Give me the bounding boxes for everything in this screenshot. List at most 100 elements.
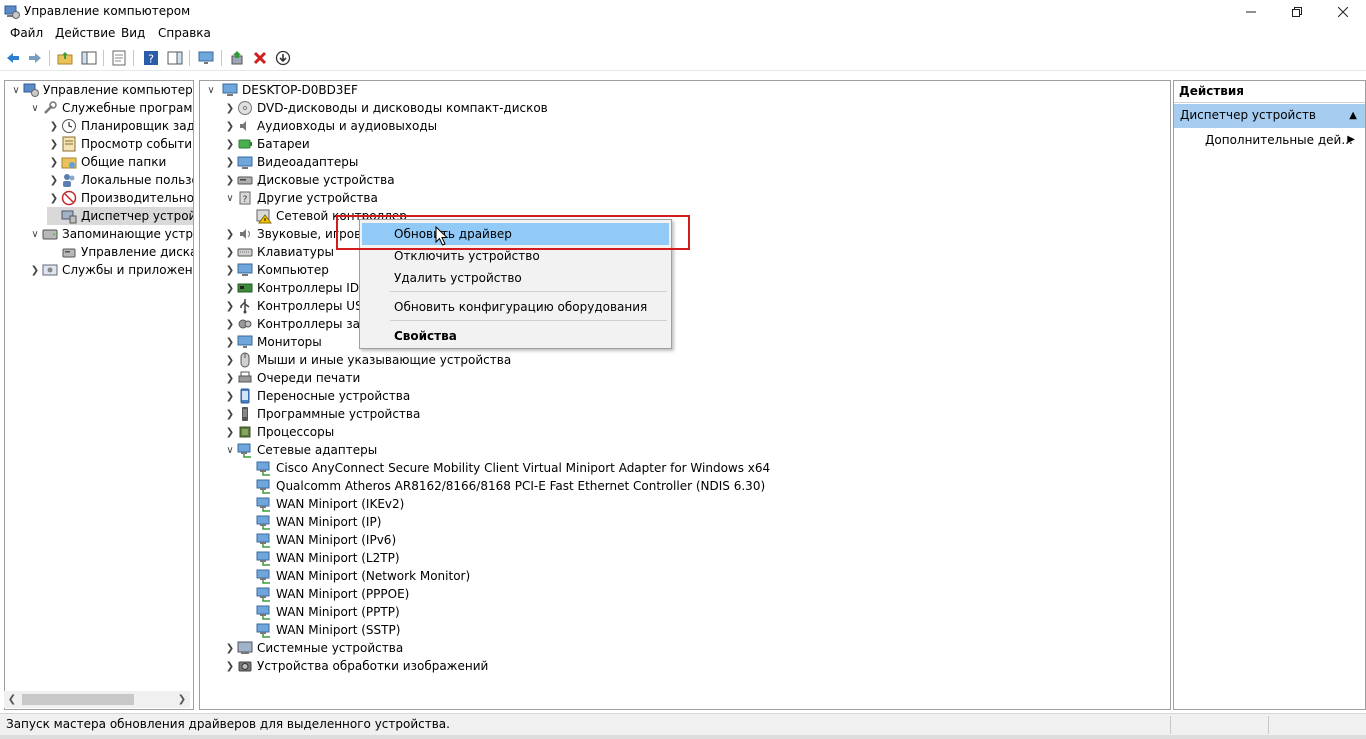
chevron-right-icon[interactable]: ❯ xyxy=(223,297,237,315)
more-actions-link[interactable]: Дополнительные дей... xyxy=(1205,133,1353,147)
back-button[interactable] xyxy=(4,49,22,67)
chevron-down-icon[interactable]: ∨ xyxy=(9,81,23,99)
chevron-down-icon[interactable]: ∨ xyxy=(28,225,42,243)
menu-action[interactable]: Действие xyxy=(53,26,117,40)
properties-menu-item[interactable]: Свойства xyxy=(362,325,669,347)
chevron-right-icon[interactable]: ❯ xyxy=(223,279,237,297)
chevron-right-icon[interactable]: ❯ xyxy=(223,99,237,117)
chevron-right-icon[interactable]: ❯ xyxy=(47,117,61,135)
actions-section-device-manager[interactable]: Диспетчер устройств ▲ xyxy=(1174,104,1365,128)
chevron-right-icon[interactable]: ❯ xyxy=(223,423,237,441)
chevron-right-icon[interactable]: ❯ xyxy=(47,189,61,207)
device-item[interactable]: WAN Miniport (IKEv2) xyxy=(242,495,404,513)
chevron-down-icon[interactable]: ∨ xyxy=(223,441,237,459)
device-category[interactable]: ❯ Мыши и иные указывающие устройства xyxy=(223,351,511,369)
chevron-right-icon[interactable]: ❯ xyxy=(223,117,237,135)
scrollbar-thumb[interactable] xyxy=(22,694,134,705)
device-item[interactable]: WAN Miniport (Network Monitor) xyxy=(242,567,470,585)
device-item[interactable]: WAN Miniport (IPv6) xyxy=(242,531,396,549)
monitor-button[interactable] xyxy=(197,49,215,67)
device-category[interactable]: ❯ Видеоадаптеры xyxy=(223,153,358,171)
device-category[interactable]: ❯ Очереди печати xyxy=(223,369,361,387)
chevron-right-icon[interactable]: ❯ xyxy=(47,171,61,189)
nav-tree-item[interactable]: ❯ Планировщик заданий xyxy=(47,117,193,135)
menu-file[interactable]: Файл xyxy=(8,26,45,40)
chevron-right-icon[interactable]: ❯ xyxy=(47,153,61,171)
nav-tree-item[interactable]: ∨ Служебные программы xyxy=(28,99,193,117)
scroll-right-icon[interactable]: ❯ xyxy=(174,691,190,708)
nav-tree-item[interactable]: ❯ Просмотр событий xyxy=(47,135,193,153)
properties-button[interactable] xyxy=(110,49,128,67)
device-category[interactable]: ❯ Процессоры xyxy=(223,423,334,441)
chevron-right-icon[interactable]: ❯ xyxy=(223,135,237,153)
nav-tree-item[interactable]: ❯ Общие папки xyxy=(47,153,166,171)
device-category[interactable]: ❯ Программные устройства xyxy=(223,405,420,423)
show-hide-tree-button[interactable] xyxy=(80,49,98,67)
device-category[interactable]: ❯ Устройства обработки изображений xyxy=(223,657,489,675)
chevron-right-icon[interactable]: ❯ xyxy=(223,351,237,369)
nav-tree-item[interactable]: Управление дисками xyxy=(47,243,193,261)
update-driver-button[interactable] xyxy=(228,49,246,67)
chevron-right-icon[interactable]: ❯ xyxy=(47,135,61,153)
chevron-right-icon[interactable]: ❯ xyxy=(223,405,237,423)
up-button[interactable] xyxy=(56,49,74,67)
chevron-right-icon[interactable]: ❯ xyxy=(223,315,237,333)
chevron-right-icon[interactable]: ❯ xyxy=(223,171,237,189)
download-button[interactable] xyxy=(274,49,292,67)
device-category[interactable]: ❯ Батареи xyxy=(223,135,310,153)
device-category[interactable]: ∨? Другие устройства xyxy=(223,189,378,207)
chevron-right-icon[interactable]: ❯ xyxy=(223,639,237,657)
nav-tree-item[interactable]: ❯ Службы и приложения xyxy=(28,261,193,279)
chevron-right-icon[interactable]: ❯ xyxy=(223,243,237,261)
nav-tree-item[interactable]: ❯ Производительность xyxy=(47,189,193,207)
device-item[interactable]: WAN Miniport (PPTP) xyxy=(242,603,400,621)
chevron-right-icon[interactable]: ❯ xyxy=(28,261,42,279)
help-button[interactable]: ? xyxy=(142,49,160,67)
chevron-right-icon[interactable]: ❯ xyxy=(223,225,237,243)
device-category[interactable]: ❯ DVD-дисководы и дисководы компакт-диско… xyxy=(223,99,548,117)
left-pane-horizontal-scrollbar[interactable]: ❮ ❯ xyxy=(4,691,190,708)
device-item[interactable]: WAN Miniport (SSTP) xyxy=(242,621,400,639)
chevron-down-icon[interactable]: ∨ xyxy=(223,189,237,207)
collapse-up-icon[interactable]: ▲ xyxy=(1349,110,1357,121)
submenu-arrow-icon[interactable]: ▶ xyxy=(1347,134,1355,145)
device-category[interactable]: ❯ Контроллеры зап xyxy=(223,315,368,333)
device-category[interactable]: ❯ Системные устройства xyxy=(223,639,403,657)
device-item[interactable]: WAN Miniport (IP) xyxy=(242,513,381,531)
scan-hardware-menu-item[interactable]: Обновить конфигурацию оборудования xyxy=(362,296,669,318)
menu-help[interactable]: Справка xyxy=(156,26,213,40)
device-category[interactable]: ❯ Контроллеры USB xyxy=(223,297,371,315)
device-tree-root[interactable]: ∨ DESKTOP-D0BD3EF xyxy=(204,81,358,99)
device-category[interactable]: ❯ Дисковые устройства xyxy=(223,171,395,189)
chevron-right-icon[interactable]: ❯ xyxy=(223,369,237,387)
menu-view[interactable]: Вид xyxy=(119,26,147,40)
close-button[interactable] xyxy=(1320,0,1366,24)
nav-tree-item[interactable]: ∨ Управление компьютером (л xyxy=(9,81,193,99)
device-item[interactable]: WAN Miniport (PPPOE) xyxy=(242,585,409,603)
device-item[interactable]: WAN Miniport (L2TP) xyxy=(242,549,400,567)
device-item[interactable]: Cisco AnyConnect Secure Mobility Client … xyxy=(242,459,770,477)
chevron-right-icon[interactable]: ❯ xyxy=(223,387,237,405)
chevron-right-icon[interactable]: ❯ xyxy=(223,333,237,351)
device-category[interactable]: ❯ Компьютер xyxy=(223,261,329,279)
forward-button[interactable] xyxy=(26,49,44,67)
view-toggle-button[interactable] xyxy=(166,49,184,67)
device-category[interactable]: ❯ Клавиатуры xyxy=(223,243,334,261)
device-category[interactable]: ❯ Мониторы xyxy=(223,333,322,351)
scroll-left-icon[interactable]: ❮ xyxy=(4,691,20,708)
chevron-down-icon[interactable]: ∨ xyxy=(204,81,218,99)
chevron-right-icon[interactable]: ❯ xyxy=(223,261,237,279)
device-item[interactable]: Qualcomm Atheros AR8162/8166/8168 PCI-E … xyxy=(242,477,765,495)
uninstall-device-menu-item[interactable]: Удалить устройство xyxy=(362,267,669,289)
chevron-right-icon[interactable]: ❯ xyxy=(223,657,237,675)
chevron-right-icon[interactable]: ❯ xyxy=(223,153,237,171)
chevron-down-icon[interactable]: ∨ xyxy=(28,99,42,117)
remove-button[interactable] xyxy=(251,49,269,67)
device-category[interactable]: ∨ Сетевые адаптеры xyxy=(223,441,377,459)
device-category[interactable]: ❯ Аудиовходы и аудиовыходы xyxy=(223,117,437,135)
minimize-button[interactable] xyxy=(1228,0,1274,24)
nav-tree-item[interactable]: Диспетчер устройств xyxy=(47,207,193,225)
device-category[interactable]: ❯ Контроллеры IDE xyxy=(223,279,367,297)
device-category[interactable]: ❯ Переносные устройства xyxy=(223,387,410,405)
nav-tree-item[interactable]: ∨ Запоминающие устройст xyxy=(28,225,193,243)
